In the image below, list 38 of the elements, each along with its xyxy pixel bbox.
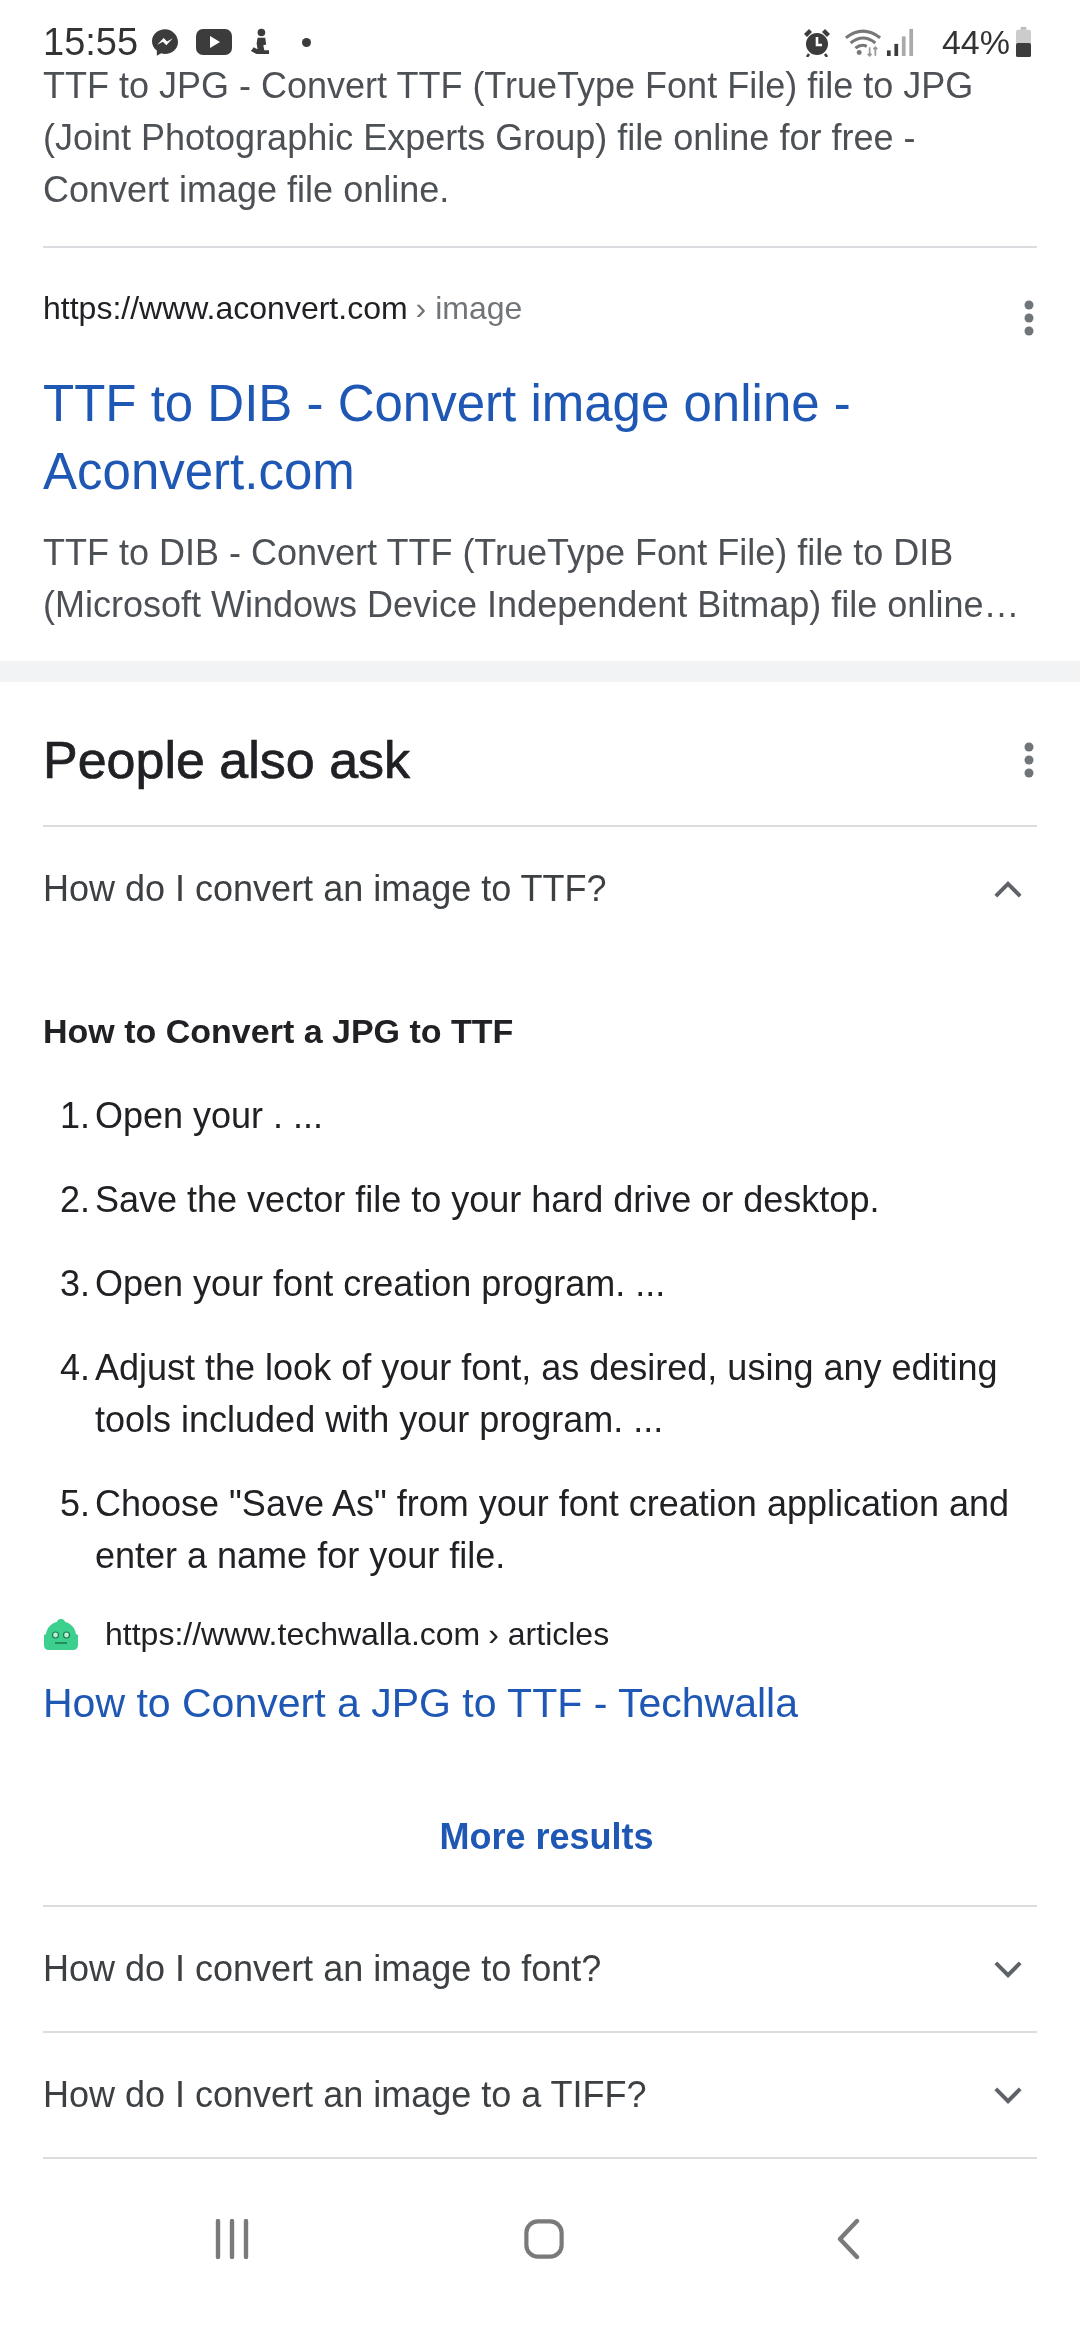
step-number: 5. — [58, 1482, 90, 1526]
robot-face-favicon-icon — [43, 1618, 79, 1650]
battery-icon — [1016, 27, 1031, 57]
result-url: https://www.aconvert.com — [43, 289, 408, 327]
question-toggle[interactable]: How do I convert an image to TTF? — [43, 827, 1037, 951]
more-results-link[interactable]: More results — [439, 1813, 654, 1861]
step-number: 2. — [58, 1178, 90, 1222]
notification-dot-icon — [302, 37, 312, 47]
section-heading: People also ask — [43, 730, 411, 790]
question-toggle[interactable]: How do I convert an image to font? — [43, 1907, 1037, 2031]
result-snippet: TTF to DIB - Convert TTF (TrueType Font File) file to DIB (Microsoft Windows Device Independent Bitmap) file online… — [43, 531, 1021, 627]
step-text: Save the vector file to your hard drive or desktop. — [95, 1178, 880, 1222]
step-number: 4. — [58, 1346, 90, 1390]
step-number: 3. — [58, 1262, 90, 1306]
wifi-icon — [843, 27, 882, 57]
result-breadcrumb: › image — [415, 289, 523, 327]
step-text: Choose "Save As" from your font creation application and enter a name for your file. — [95, 1482, 1011, 1578]
status-time: 15:55 — [43, 24, 139, 60]
source-url: https://www.techwalla.com — [105, 1615, 481, 1653]
question-toggle[interactable]: How do I convert an image to a TIFF? — [43, 2033, 1037, 2157]
source-breadcrumb: › articles — [488, 1615, 610, 1653]
battery-percent: 44% — [941, 24, 1010, 60]
step-number: 1. — [58, 1094, 90, 1138]
back-icon[interactable] — [836, 2218, 860, 2260]
result-title-link[interactable]: TTF to DIB - Convert image online - Aconvert.com — [43, 370, 1050, 506]
home-icon[interactable] — [524, 2219, 564, 2259]
source-title-link[interactable]: How to Convert a JPG to TTF - Techwalla — [43, 1675, 1050, 1731]
result-snippet: TTF to JPG - Convert TTF (TrueType Font File) file to JPG (Joint Photographic Experts Group) file online for free - Convert image file online. — [42, 64, 975, 212]
step-text: Open your . ... — [95, 1094, 324, 1138]
answer-heading: How to Convert a JPG to TTF — [43, 1011, 515, 1052]
step-text: Adjust the look of your font, as desired, using any editing tools included with your program. ... — [95, 1346, 999, 1442]
chat-bubble-icon — [152, 28, 179, 56]
signal-icon — [885, 28, 914, 56]
step-text: Open your font creation program. ... — [95, 1262, 666, 1306]
more-options-icon[interactable] — [1024, 742, 1034, 778]
figure-icon — [249, 27, 271, 57]
video-play-icon — [196, 29, 233, 55]
more-options-icon[interactable] — [1024, 300, 1034, 336]
